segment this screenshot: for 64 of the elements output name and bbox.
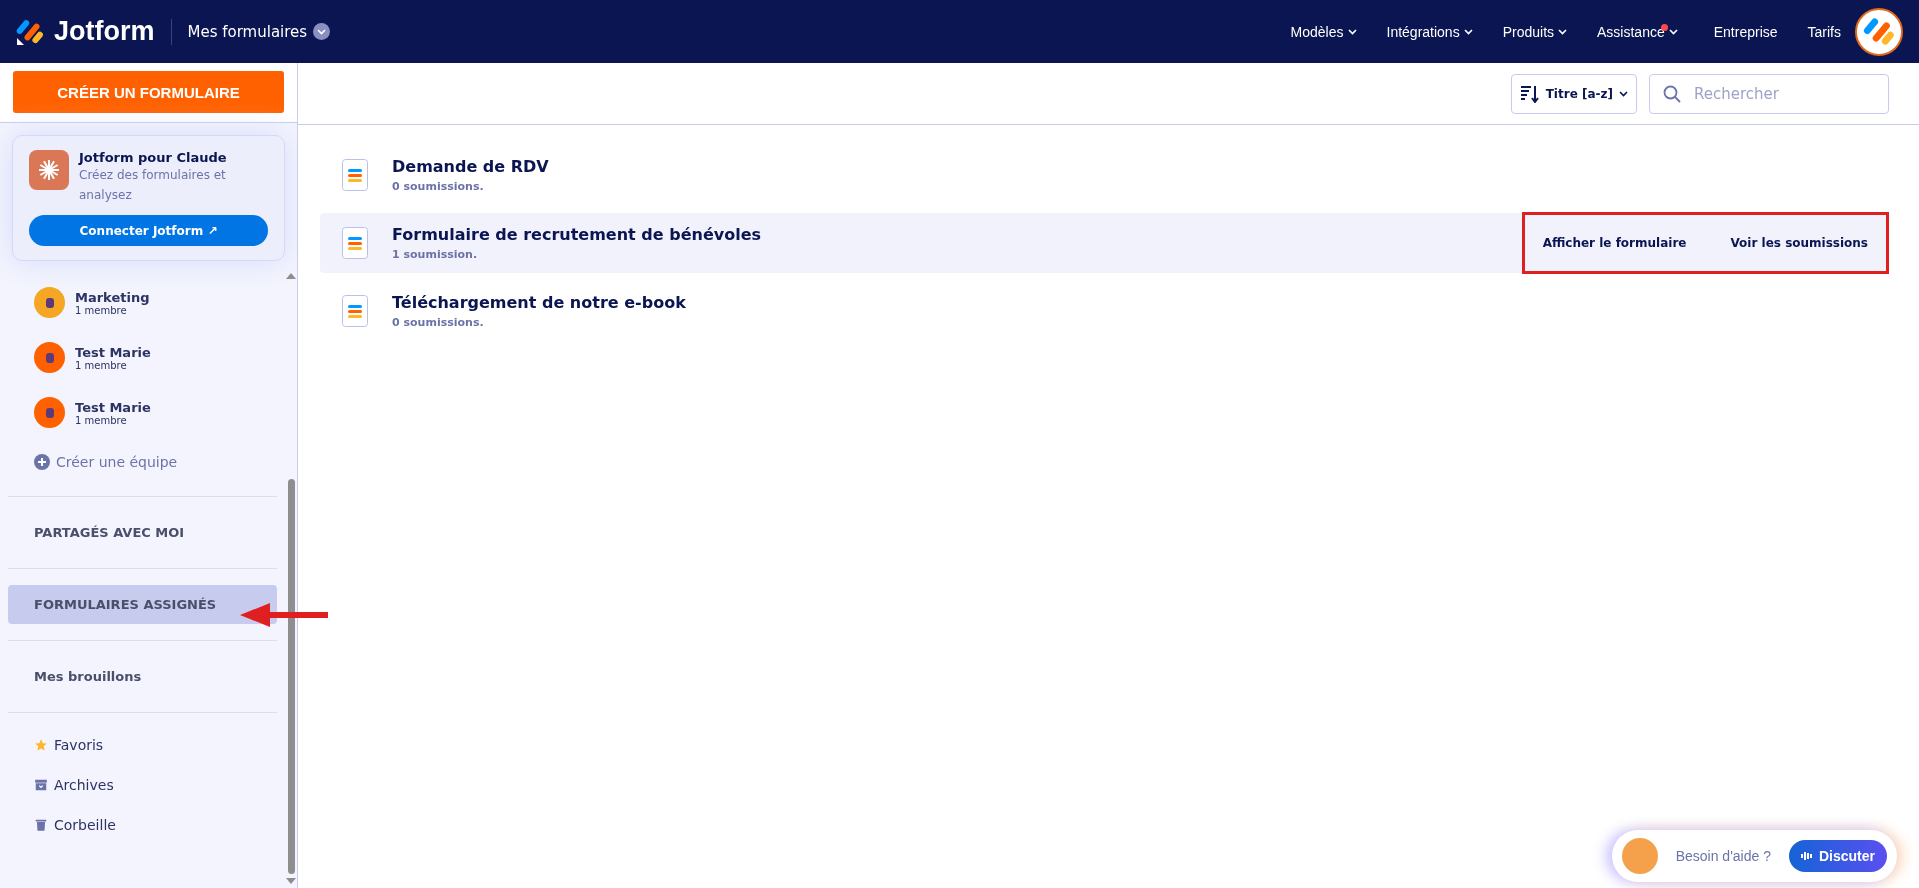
sort-dropdown[interactable]: Titre [a-z] <box>1510 73 1637 114</box>
sort-icon <box>1519 84 1540 103</box>
action-link[interactable]: Afficher le formulaire <box>1542 236 1687 250</box>
folder-link[interactable]: Favoris <box>8 725 277 765</box>
caret-icon <box>1668 28 1678 35</box>
submission-count: 1 soumission. <box>392 248 479 261</box>
help-text: Besoin d'aide ? <box>1675 848 1771 864</box>
brand-name: Jotform <box>54 16 155 47</box>
form-icon <box>342 227 368 259</box>
search-icon <box>1663 84 1681 103</box>
form-row[interactable]: Téléchargement de notre e-book 0 soumissions. <box>320 281 1889 341</box>
form-icon <box>342 295 368 327</box>
nav-link[interactable]: Intégrations <box>1386 23 1473 40</box>
nav-link[interactable]: Produits <box>1502 23 1568 40</box>
sidebar-item[interactable]: PARTAGÉS AVEC MOI <box>8 513 277 552</box>
form-title[interactable]: Téléchargement de notre e-book <box>392 293 686 312</box>
nav-link[interactable]: Assistance <box>1597 23 1684 40</box>
team-avatar[interactable] <box>34 287 65 318</box>
connect-button[interactable]: Connecter Jotform ↗ <box>29 215 268 246</box>
promo-title: Jotform pour Claude <box>79 150 228 165</box>
logo-icon <box>1863 15 1895 48</box>
logo-icon <box>16 17 44 46</box>
search-field[interactable]: Rechercher <box>1649 73 1889 114</box>
form-title[interactable]: Demande de RDV <box>392 157 549 176</box>
caret-icon <box>1619 90 1628 97</box>
team-members: 1 membre <box>75 414 128 426</box>
nav-link[interactable]: Entreprise <box>1713 23 1778 40</box>
folder-link[interactable]: Corbeille <box>8 805 277 845</box>
form-icon <box>342 159 368 191</box>
chat-button[interactable]: Discuter <box>1788 840 1887 872</box>
dropdown-icon[interactable] <box>313 23 331 40</box>
form-row[interactable]: Formulaire de recrutement de bénévoles 1 soumission. Afficher le formulaire Voir les soumissions <box>320 213 1889 273</box>
star-icon <box>34 738 48 752</box>
voice-icon <box>1800 850 1813 862</box>
sidebar-item[interactable]: Mes brouillons <box>8 657 277 696</box>
asterisk-icon <box>29 150 69 190</box>
team-name[interactable]: Test Marie <box>75 399 151 415</box>
team-members: 1 membre <box>75 304 127 316</box>
section-title[interactable]: Mes formulaires <box>187 22 308 41</box>
avatar[interactable] <box>1855 7 1903 56</box>
caret-icon <box>317 28 327 35</box>
archive-icon <box>34 778 48 792</box>
team-avatar[interactable] <box>34 397 65 428</box>
create-team-link[interactable]: Créer une équipe <box>8 440 277 496</box>
plus-icon <box>34 454 50 470</box>
team-members: 1 membre <box>75 359 128 371</box>
folder-link[interactable]: Archives <box>8 765 277 805</box>
sidebar-item[interactable]: FORMULAIRES ASSIGNÉS <box>8 585 277 624</box>
submission-count: 0 soumissions. <box>392 180 485 193</box>
form-title[interactable]: Formulaire de recrutement de bénévoles <box>392 225 762 244</box>
trash-icon <box>34 818 48 832</box>
action-link[interactable]: Voir les soumissions <box>1730 236 1868 250</box>
team-avatar[interactable] <box>34 342 65 373</box>
mascot-avatar <box>1621 838 1658 874</box>
form-row[interactable]: Demande de RDV 0 soumissions. <box>320 145 1889 205</box>
nav-link[interactable]: Modèles <box>1290 23 1357 40</box>
caret-icon <box>1463 28 1473 35</box>
caret-icon <box>1347 28 1357 35</box>
submission-count: 0 soumissions. <box>392 316 485 329</box>
promo-text: Créez des formulaires et analysez <box>79 167 227 204</box>
team-name[interactable]: Test Marie <box>75 344 151 360</box>
caret-icon <box>1558 28 1568 35</box>
team-name[interactable]: Marketing <box>75 289 150 305</box>
nav-link[interactable]: Tarifs <box>1807 23 1841 40</box>
